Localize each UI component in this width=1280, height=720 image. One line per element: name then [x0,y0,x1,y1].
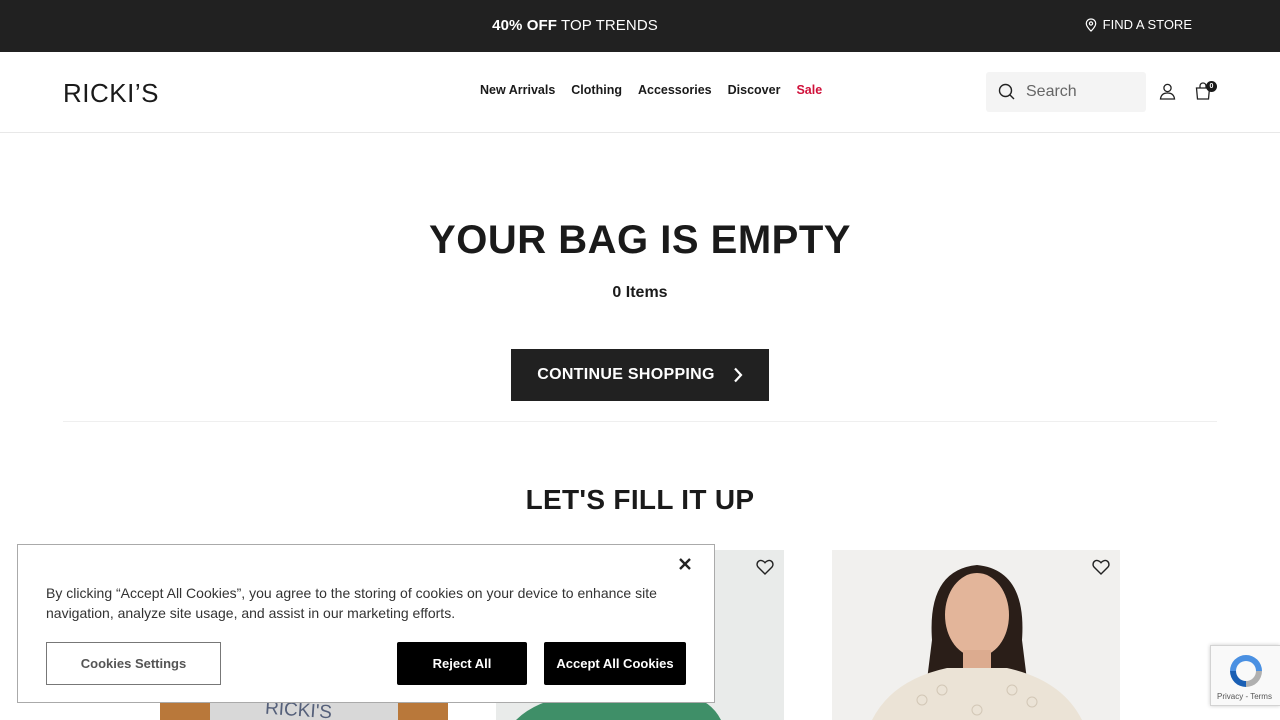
recaptcha-badge[interactable]: Privacy - Terms [1210,645,1280,706]
location-pin-icon [1085,17,1096,32]
close-icon[interactable] [678,557,692,571]
find-store-label: FIND A STORE [1102,17,1192,32]
account-icon[interactable] [1159,83,1176,100]
site-header: RICKI’S New Arrivals Clothing Accessorie… [0,52,1280,133]
continue-shopping-button[interactable]: CONTINUE SHOPPING [511,349,769,401]
recaptcha-icon [1230,655,1262,687]
nav-accessories[interactable]: Accessories [638,83,712,97]
wishlist-heart-icon[interactable] [1092,559,1110,575]
cookie-consent-text: By clicking “Accept All Cookies”, you ag… [46,585,657,621]
divider [63,421,1217,422]
empty-bag-title: YOUR BAG IS EMPTY [429,218,851,262]
continue-shopping-label: CONTINUE SHOPPING [537,366,715,383]
nav-sale[interactable]: Sale [796,83,822,97]
reject-all-button[interactable]: Reject All [397,642,527,685]
wishlist-heart-icon[interactable] [756,559,774,575]
promo-text[interactable]: 40% OFF TOP TRENDS [0,17,1150,34]
accept-all-cookies-button[interactable]: Accept All Cookies [544,642,686,685]
find-a-store-link[interactable]: FIND A STORE [1085,17,1192,32]
cookie-banner: By clicking “Accept All Cookies”, you ag… [17,544,715,703]
logo[interactable]: RICKI’S [63,78,159,109]
promo-bar: 40% OFF TOP TRENDS FIND A STORE [0,0,1280,52]
items-count: 0 Items [612,284,668,301]
product-card[interactable] [832,550,1120,720]
promo-highlight: 40% OFF [492,17,558,34]
promo-label: TOP TRENDS [557,17,658,34]
product-image [832,550,1120,720]
cookies-settings-button[interactable]: Cookies Settings [46,642,221,685]
search-icon [998,83,1015,100]
nav-new-arrivals[interactable]: New Arrivals [480,83,555,97]
recaptcha-links[interactable]: Privacy - Terms [1217,692,1272,701]
nav-clothing[interactable]: Clothing [571,83,622,97]
main-nav: New Arrivals Clothing Accessories Discov… [480,83,822,97]
chevron-right-icon [733,367,743,383]
search-input[interactable] [1026,83,1136,101]
search-box[interactable] [986,72,1146,112]
nav-discover[interactable]: Discover [728,83,781,97]
bag-count-badge: 0 [1206,81,1217,92]
fill-it-up-title: LET'S FILL IT UP [525,484,755,515]
